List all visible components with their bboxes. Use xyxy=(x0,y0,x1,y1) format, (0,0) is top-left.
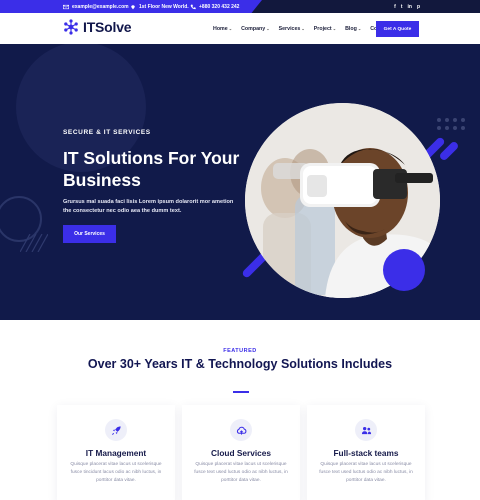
features-eyebrow: FEATURED xyxy=(223,348,257,354)
main-nav: Home ⌄ Company ⌄ Services ⌄ Project ⌄ Blog ⌄ … xyxy=(213,13,390,44)
cloud-icon xyxy=(236,426,246,435)
pinterest-icon[interactable]: p xyxy=(417,4,420,10)
topbar-phone[interactable]: +880 320 432 242 xyxy=(190,0,239,13)
chevron-down-icon: ⌄ xyxy=(357,26,362,31)
phone-icon xyxy=(190,4,196,9)
social-links: f t in p xyxy=(394,0,420,13)
our-services-button[interactable]: Our Services xyxy=(63,225,116,243)
linkedin-icon[interactable]: in xyxy=(407,4,411,10)
decorative-hatch xyxy=(20,234,48,252)
get-a-quote-button[interactable]: Get A Quote xyxy=(376,21,419,37)
logo-text: ITSolve xyxy=(83,19,132,35)
topbar-phone-text: +880 320 432 242 xyxy=(199,3,240,10)
topbar-address-text: 1st Floor New World. xyxy=(139,3,189,10)
card-description: Quisque placerat vitae lacus ut sceleris… xyxy=(70,462,162,483)
chevron-down-icon: ⌄ xyxy=(228,26,233,31)
site-header: ITSolve Home ⌄ Company ⌄ Services ⌄ Project… xyxy=(0,13,480,44)
mail-icon xyxy=(63,4,69,9)
decorative-blue-circle xyxy=(383,249,425,291)
facebook-icon[interactable]: f xyxy=(394,4,396,10)
hero-title: IT Solutions For Your Business xyxy=(63,148,240,190)
nav-services[interactable]: Services ⌄ xyxy=(279,26,305,32)
nav-project[interactable]: Project ⌄ xyxy=(314,26,336,32)
icon-badge xyxy=(355,419,377,441)
rocket-icon xyxy=(111,425,121,435)
feature-card-full-stack-teams[interactable]: Full-stack teams Quisque placerat vitae … xyxy=(307,405,425,500)
hero-description: Grursus mal suada faci lisis Lorem ipsum… xyxy=(63,199,234,214)
card-title: Cloud Services xyxy=(211,448,271,458)
topbar-address: 1st Floor New World. xyxy=(130,0,189,13)
icon-badge xyxy=(230,419,252,441)
nav-company[interactable]: Company ⌄ xyxy=(241,26,270,32)
card-description: Quisque placerat vitae lacus ut sceleris… xyxy=(194,462,288,483)
nav-project-label: Project xyxy=(313,25,332,32)
topbar-email-text: example@example.com xyxy=(72,3,129,10)
nav-company-label: Company xyxy=(241,25,266,32)
chevron-down-icon: ⌄ xyxy=(266,26,270,31)
nav-blog[interactable]: Blog ⌄ xyxy=(345,26,361,32)
card-description: Quisque placerat vitae lacus ut sceleris… xyxy=(319,462,413,483)
title-underline xyxy=(233,391,249,393)
twitter-icon[interactable]: t xyxy=(401,4,403,10)
hero-eyebrow: SECURE & IT SERVICES xyxy=(63,129,151,136)
chevron-down-icon: ⌄ xyxy=(332,26,337,31)
feature-card-cloud-services[interactable]: Cloud Services Quisque placerat vitae la… xyxy=(182,405,300,500)
location-icon xyxy=(131,4,135,9)
features-title: Over 30+ Years IT & Technology Solutions… xyxy=(87,357,393,371)
nav-blog-label: Blog xyxy=(345,25,357,32)
feature-card-it-management[interactable]: IT Management Quisque placerat vitae lac… xyxy=(57,405,175,500)
top-bar: example@example.com 1st Floor New World.… xyxy=(0,0,480,13)
icon-badge xyxy=(105,419,127,441)
logo[interactable]: ITSolve xyxy=(63,19,132,35)
nav-home[interactable]: Home ⌄ xyxy=(213,26,232,32)
hero-section: SECURE & IT SERVICES IT Solutions For Yo… xyxy=(0,44,480,320)
nav-home-label: Home xyxy=(213,25,228,32)
card-title: Full-stack teams xyxy=(333,448,399,458)
logo-network-icon xyxy=(64,19,78,35)
topbar-email[interactable]: example@example.com xyxy=(63,0,129,13)
decorative-dots xyxy=(437,118,465,130)
card-title: IT Management xyxy=(85,448,147,458)
nav-services-label: Services xyxy=(278,25,301,32)
team-icon xyxy=(361,426,371,434)
chevron-down-icon: ⌄ xyxy=(301,26,305,31)
